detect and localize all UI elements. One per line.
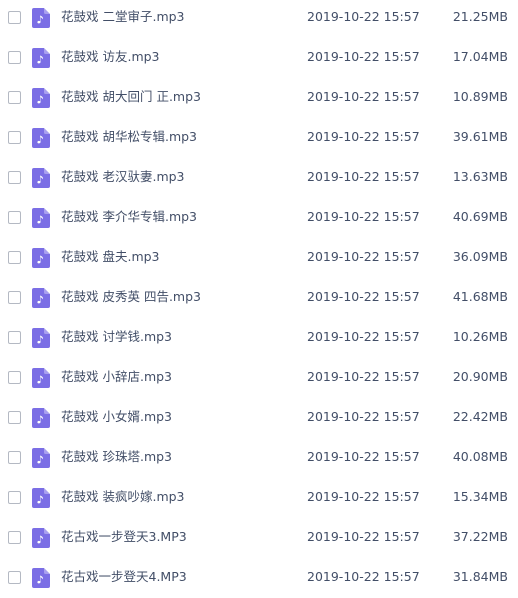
music-note-icon: [32, 48, 50, 68]
file-row[interactable]: 花鼓戏 小女婿.mp3 2019-10-22 15:57 22.42MB: [0, 398, 518, 438]
music-note-icon: [32, 8, 50, 28]
file-row[interactable]: 花鼓戏 皮秀英 四告.mp3 2019-10-22 15:57 41.68MB: [0, 278, 518, 318]
music-note-icon: [32, 488, 50, 508]
row-checkbox[interactable]: [8, 291, 21, 304]
music-note-icon: [32, 448, 50, 468]
music-note-icon: [32, 528, 50, 548]
file-name[interactable]: 花鼓戏 老汉驮妻.mp3: [61, 168, 185, 186]
row-checkbox[interactable]: [8, 531, 21, 544]
file-name[interactable]: 花鼓戏 胡华松专辑.mp3: [61, 128, 197, 146]
file-name[interactable]: 花鼓戏 盘夫.mp3: [61, 248, 160, 266]
music-note-icon: [32, 168, 50, 188]
music-note-icon: [32, 128, 50, 148]
row-checkbox[interactable]: [8, 371, 21, 384]
file-date: 2019-10-22 15:57: [307, 209, 420, 224]
file-row[interactable]: 花古戏一步登天3.MP3 2019-10-22 15:57 37.22MB: [0, 518, 518, 558]
music-note-icon: [32, 288, 50, 308]
file-name[interactable]: 花古戏一步登天3.MP3: [61, 528, 187, 546]
file-date: 2019-10-22 15:57: [307, 9, 420, 24]
music-note-icon: [32, 368, 50, 388]
file-name[interactable]: 花鼓戏 珍珠塔.mp3: [61, 448, 172, 466]
music-note-icon: [32, 328, 50, 348]
row-checkbox[interactable]: [8, 451, 21, 464]
file-row[interactable]: 花鼓戏 装疯吵嫁.mp3 2019-10-22 15:57 15.34MB: [0, 478, 518, 518]
music-note-icon: [32, 408, 50, 428]
file-date: 2019-10-22 15:57: [307, 329, 420, 344]
file-name[interactable]: 花鼓戏 装疯吵嫁.mp3: [61, 488, 185, 506]
file-size: 17.04MB: [452, 49, 508, 64]
file-size: 40.69MB: [452, 209, 508, 224]
file-size: 37.22MB: [452, 529, 508, 544]
row-checkbox[interactable]: [8, 211, 21, 224]
file-size: 10.26MB: [452, 329, 508, 344]
file-name[interactable]: 花鼓戏 小辞店.mp3: [61, 368, 172, 386]
file-row[interactable]: 花鼓戏 胡大回门 正.mp3 2019-10-22 15:57 10.89MB: [0, 78, 518, 118]
file-name[interactable]: 花古戏一步登天4.MP3: [61, 568, 187, 586]
file-size: 31.84MB: [452, 569, 508, 584]
file-name[interactable]: 花鼓戏 小女婿.mp3: [61, 408, 172, 426]
row-checkbox[interactable]: [8, 491, 21, 504]
row-checkbox[interactable]: [8, 571, 21, 584]
file-date: 2019-10-22 15:57: [307, 529, 420, 544]
file-size: 22.42MB: [452, 409, 508, 424]
file-row[interactable]: 花鼓戏 珍珠塔.mp3 2019-10-22 15:57 40.08MB: [0, 438, 518, 478]
file-row[interactable]: 花鼓戏 胡华松专辑.mp3 2019-10-22 15:57 39.61MB: [0, 118, 518, 158]
file-row[interactable]: 花鼓戏 访友.mp3 2019-10-22 15:57 17.04MB: [0, 38, 518, 78]
file-date: 2019-10-22 15:57: [307, 89, 420, 104]
file-name[interactable]: 花鼓戏 二堂审子.mp3: [61, 8, 185, 26]
file-date: 2019-10-22 15:57: [307, 449, 420, 464]
row-checkbox[interactable]: [8, 11, 21, 24]
file-list: 花鼓戏 二堂审子.mp3 2019-10-22 15:57 21.25MB 花鼓…: [0, 0, 518, 598]
file-size: 41.68MB: [452, 289, 508, 304]
file-row[interactable]: 花鼓戏 盘夫.mp3 2019-10-22 15:57 36.09MB: [0, 238, 518, 278]
file-row[interactable]: 花鼓戏 小辞店.mp3 2019-10-22 15:57 20.90MB: [0, 358, 518, 398]
file-size: 36.09MB: [452, 249, 508, 264]
file-date: 2019-10-22 15:57: [307, 169, 420, 184]
file-size: 10.89MB: [452, 89, 508, 104]
file-row[interactable]: 花古戏一步登天4.MP3 2019-10-22 15:57 31.84MB: [0, 558, 518, 598]
file-date: 2019-10-22 15:57: [307, 489, 420, 504]
row-checkbox[interactable]: [8, 171, 21, 184]
file-date: 2019-10-22 15:57: [307, 369, 420, 384]
row-checkbox[interactable]: [8, 91, 21, 104]
file-date: 2019-10-22 15:57: [307, 569, 420, 584]
file-row[interactable]: 花鼓戏 老汉驮妻.mp3 2019-10-22 15:57 13.63MB: [0, 158, 518, 198]
file-row[interactable]: 花鼓戏 李介华专辑.mp3 2019-10-22 15:57 40.69MB: [0, 198, 518, 238]
row-checkbox[interactable]: [8, 51, 21, 64]
file-size: 40.08MB: [452, 449, 508, 464]
row-checkbox[interactable]: [8, 331, 21, 344]
file-row[interactable]: 花鼓戏 讨学钱.mp3 2019-10-22 15:57 10.26MB: [0, 318, 518, 358]
row-checkbox[interactable]: [8, 411, 21, 424]
row-checkbox[interactable]: [8, 251, 21, 264]
file-date: 2019-10-22 15:57: [307, 129, 420, 144]
file-name[interactable]: 花鼓戏 讨学钱.mp3: [61, 328, 172, 346]
file-date: 2019-10-22 15:57: [307, 49, 420, 64]
music-note-icon: [32, 88, 50, 108]
file-name[interactable]: 花鼓戏 皮秀英 四告.mp3: [61, 288, 201, 306]
file-row[interactable]: 花鼓戏 二堂审子.mp3 2019-10-22 15:57 21.25MB: [0, 0, 518, 38]
file-date: 2019-10-22 15:57: [307, 409, 420, 424]
music-note-icon: [32, 568, 50, 588]
row-checkbox[interactable]: [8, 131, 21, 144]
file-size: 13.63MB: [452, 169, 508, 184]
music-note-icon: [32, 208, 50, 228]
file-date: 2019-10-22 15:57: [307, 289, 420, 304]
file-size: 15.34MB: [452, 489, 508, 504]
file-name[interactable]: 花鼓戏 胡大回门 正.mp3: [61, 88, 201, 106]
file-size: 39.61MB: [452, 129, 508, 144]
file-name[interactable]: 花鼓戏 访友.mp3: [61, 48, 160, 66]
music-note-icon: [32, 248, 50, 268]
file-size: 21.25MB: [452, 9, 508, 24]
file-name[interactable]: 花鼓戏 李介华专辑.mp3: [61, 208, 197, 226]
file-date: 2019-10-22 15:57: [307, 249, 420, 264]
file-size: 20.90MB: [452, 369, 508, 384]
